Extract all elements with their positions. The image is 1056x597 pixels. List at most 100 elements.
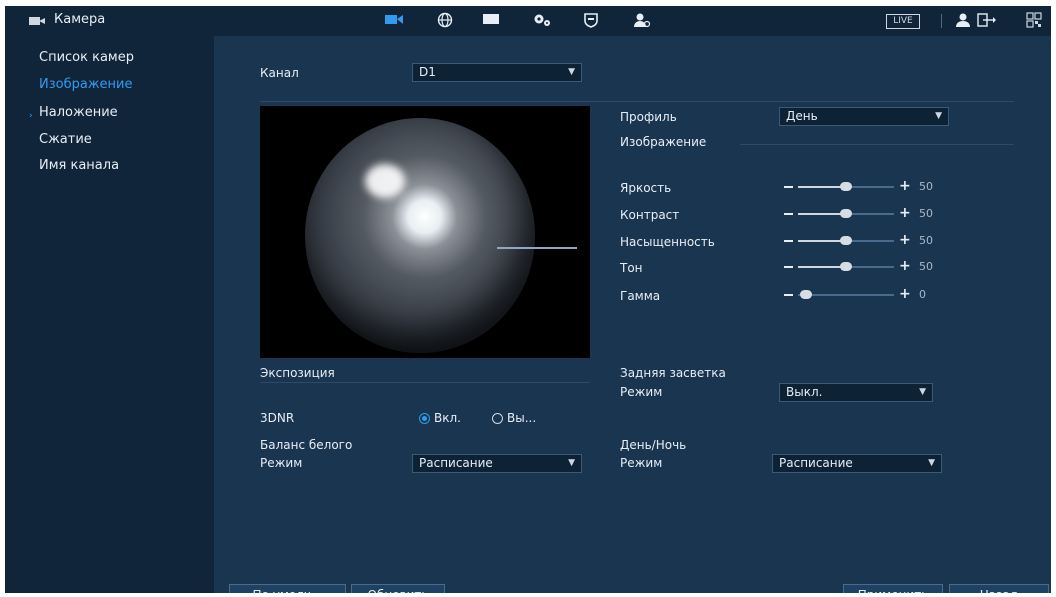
slider-fill: [798, 186, 846, 188]
divider: [740, 144, 1014, 145]
day-night-mode-select[interactable]: Расписание ▼: [772, 454, 942, 473]
chevron-down-icon: ▼: [568, 458, 575, 468]
contrast-label: Контраст: [620, 208, 680, 222]
divider-icon: [935, 12, 947, 30]
sidebar-item-compression[interactable]: Сжатие: [39, 132, 92, 147]
apply-button[interactable]: Применить: [843, 584, 943, 593]
sidebar-item-camera-list[interactable]: Список камер: [39, 50, 134, 65]
backlight-mode-label: Режим: [620, 385, 663, 399]
slider-track: [798, 294, 894, 296]
radio-dot-icon: [419, 413, 430, 424]
dnr-on-radio[interactable]: Вкл.: [419, 411, 461, 425]
hue-label: Тон: [620, 261, 643, 275]
sidebar-item-image[interactable]: Изображение: [39, 77, 132, 92]
plus-icon[interactable]: +: [899, 178, 911, 194]
day-night-mode-label: Режим: [620, 456, 663, 470]
camera-icon[interactable]: [384, 12, 404, 30]
user-icon[interactable]: [953, 12, 973, 30]
dnr-off-radio[interactable]: Вы...: [492, 411, 536, 425]
day-night-mode-value: Расписание: [779, 456, 853, 470]
slider-knob[interactable]: [840, 182, 852, 191]
preview-image: [305, 118, 535, 353]
top-bar: Камера LIVE: [5, 6, 1051, 36]
backlight-label: Задняя засветка: [620, 366, 726, 380]
active-arrow-icon: ›: [29, 111, 33, 121]
dnr-label: 3DNR: [260, 411, 295, 425]
slider-value: 50: [919, 260, 933, 273]
gamma-slider[interactable]: + 0: [784, 286, 944, 303]
brightness-label: Яркость: [620, 181, 672, 195]
divider: [260, 101, 1014, 102]
divider: [260, 382, 590, 383]
chevron-down-icon: ▼: [568, 67, 575, 77]
saturation-slider[interactable]: + 50: [784, 232, 944, 249]
day-night-label: День/Ночь: [620, 438, 687, 452]
slider-knob[interactable]: [840, 209, 852, 218]
chevron-down-icon: ▼: [928, 458, 935, 468]
settings-icon[interactable]: [532, 12, 552, 30]
radio-dot-icon: [492, 413, 503, 424]
channel-select-value: D1: [419, 65, 436, 79]
network-icon[interactable]: [435, 12, 455, 30]
chevron-down-icon: ▼: [919, 387, 926, 397]
white-balance-mode-value: Расписание: [419, 456, 493, 470]
qr-code-icon[interactable]: [1024, 12, 1044, 30]
security-icon[interactable]: [581, 12, 601, 30]
storage-icon[interactable]: [481, 12, 501, 30]
slider-value: 50: [919, 234, 933, 247]
slider-knob[interactable]: [840, 236, 852, 245]
back-button[interactable]: Назад: [949, 584, 1049, 593]
backlight-mode-select[interactable]: Выкл. ▼: [779, 383, 933, 402]
minus-icon[interactable]: [784, 294, 793, 296]
minus-icon[interactable]: [784, 186, 793, 188]
video-preview[interactable]: [260, 106, 590, 358]
channel-label: Канал: [260, 66, 299, 80]
slider-value: 50: [919, 207, 933, 220]
preview-line: [497, 247, 577, 249]
slider-value: 50: [919, 180, 933, 193]
profile-label: Профиль: [620, 110, 677, 124]
white-balance-mode-label: Режим: [260, 456, 303, 470]
white-balance-label: Баланс белого: [260, 438, 353, 452]
sidebar: Список камер › Изображение Наложение Сжа…: [5, 36, 214, 593]
channel-select[interactable]: D1 ▼: [412, 63, 582, 82]
slider-fill: [798, 266, 846, 268]
hue-slider[interactable]: + 50: [784, 258, 944, 275]
preview-glare: [365, 164, 405, 198]
dnr-on-label: Вкл.: [434, 411, 461, 425]
plus-icon[interactable]: +: [899, 286, 911, 302]
brightness-slider[interactable]: + 50: [784, 178, 944, 195]
minus-icon[interactable]: [784, 266, 793, 268]
slider-knob[interactable]: [840, 262, 852, 271]
slider-value: 0: [919, 288, 926, 301]
camera-icon: [29, 17, 45, 25]
refresh-button[interactable]: Обновить: [351, 584, 445, 593]
plus-icon[interactable]: +: [899, 258, 911, 274]
chevron-down-icon: ▼: [935, 111, 942, 121]
slider-fill: [798, 240, 846, 242]
plus-icon[interactable]: +: [899, 205, 911, 221]
minus-icon[interactable]: [784, 213, 793, 215]
minus-icon[interactable]: [784, 240, 793, 242]
profile-select[interactable]: День ▼: [779, 107, 949, 126]
app-window: Камера LIVE Список камер › Изображение Н…: [5, 6, 1051, 593]
dnr-off-label: Вы...: [507, 411, 537, 425]
sidebar-item-channel-name[interactable]: Имя канала: [39, 158, 119, 173]
white-balance-mode-select[interactable]: Расписание ▼: [412, 454, 582, 473]
slider-fill: [798, 213, 846, 215]
contrast-slider[interactable]: + 50: [784, 205, 944, 222]
account-icon[interactable]: [632, 12, 652, 30]
gamma-label: Гамма: [620, 289, 661, 303]
saturation-label: Насыщенность: [620, 235, 715, 249]
main-panel: Канал D1 ▼ Профиль День ▼ Изображение Яр…: [214, 36, 1051, 593]
default-button[interactable]: По умолч...: [229, 584, 346, 593]
live-button[interactable]: LIVE: [886, 14, 920, 29]
logout-icon[interactable]: [977, 12, 997, 30]
sidebar-item-overlay[interactable]: Наложение: [39, 105, 118, 120]
image-section-title: Изображение: [620, 135, 707, 149]
profile-select-value: День: [786, 109, 818, 123]
plus-icon[interactable]: +: [899, 232, 911, 248]
backlight-mode-value: Выкл.: [786, 385, 823, 399]
exposure-label[interactable]: Экспозиция: [260, 366, 335, 380]
slider-knob[interactable]: [800, 290, 812, 299]
